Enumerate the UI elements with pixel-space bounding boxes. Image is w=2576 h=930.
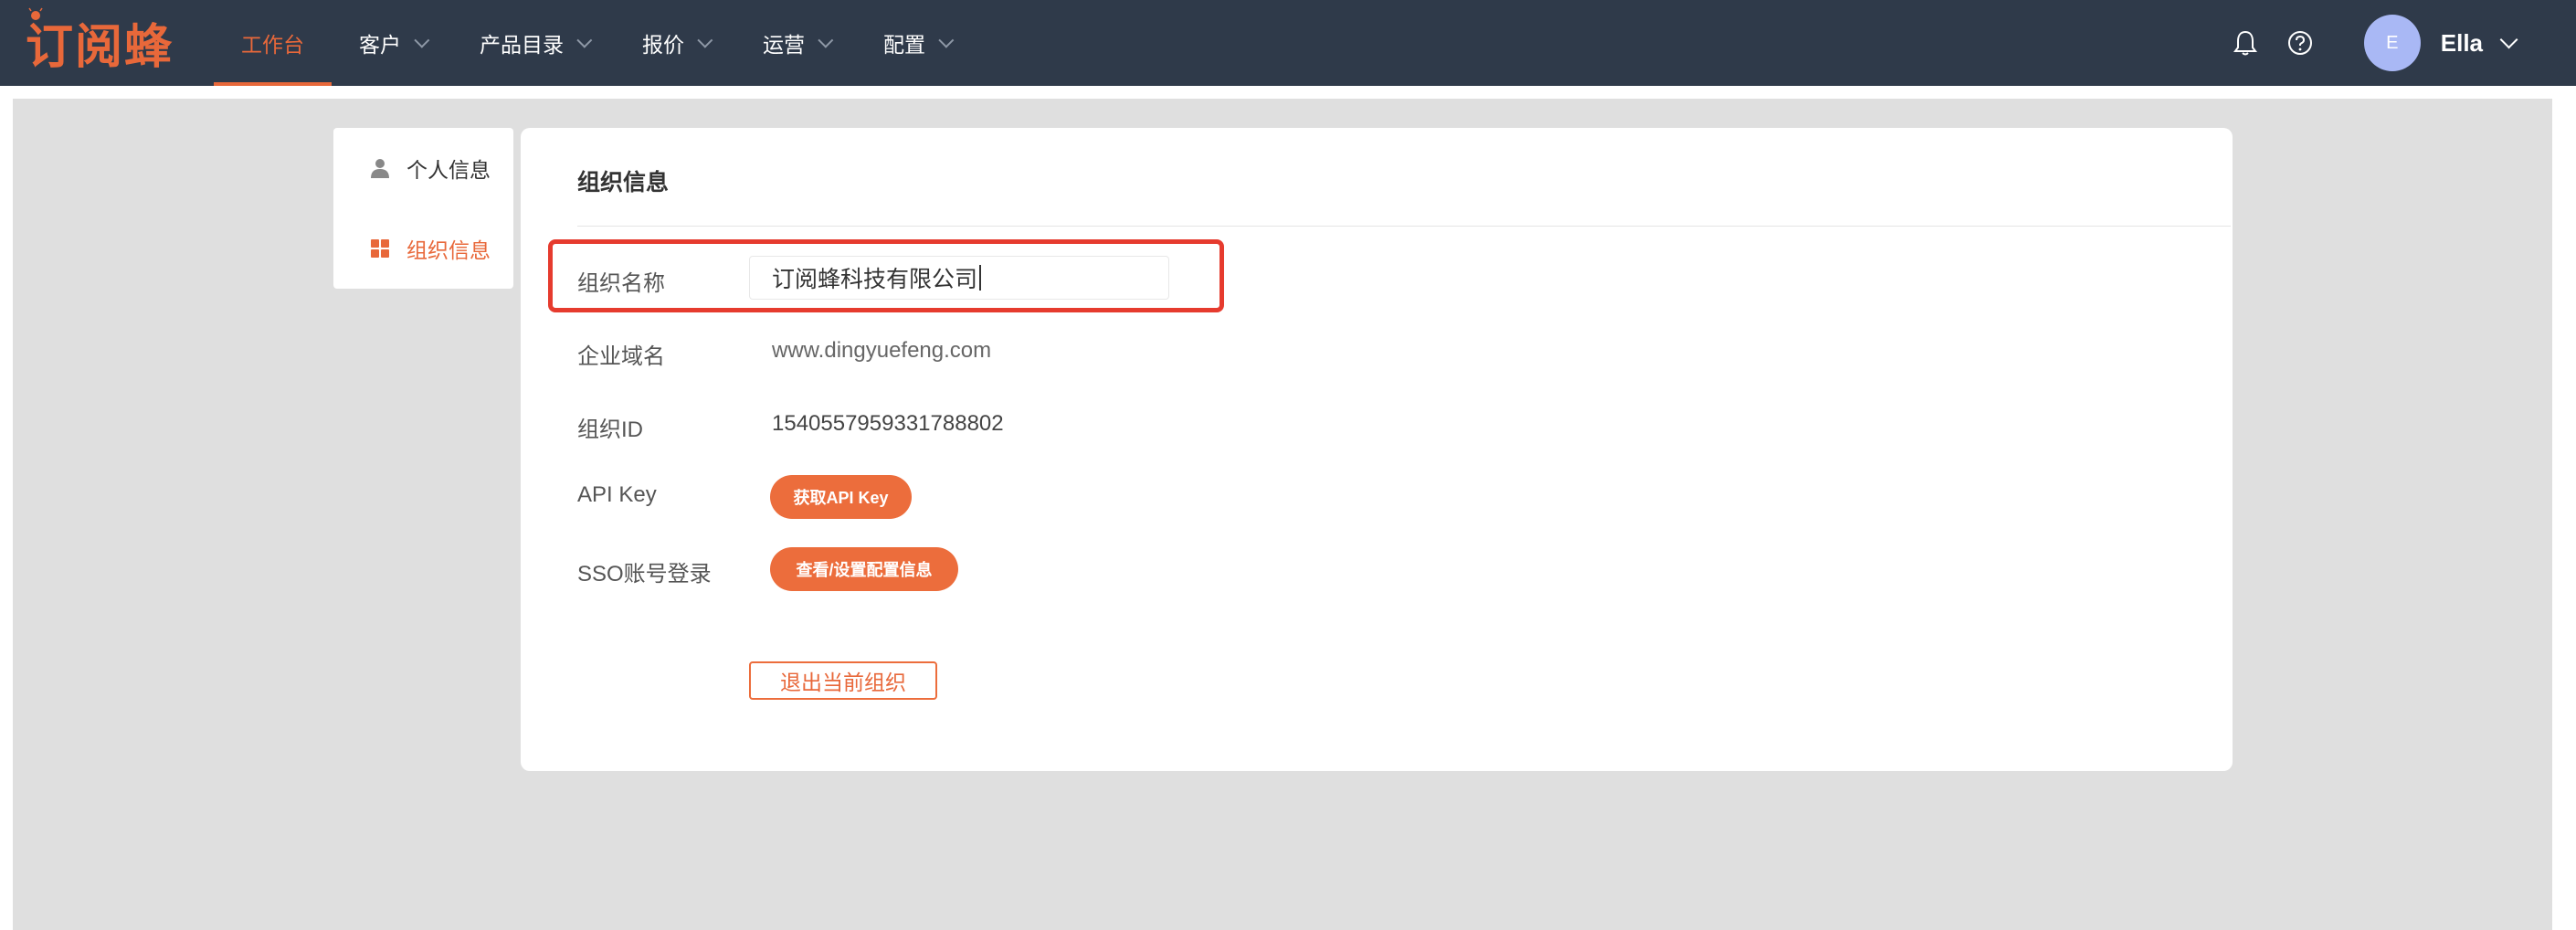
nav-item-label: 客户 [359, 33, 401, 57]
organization-info-card: 组织信息 组织名称 订阅蜂科技有限公司 企业域名 www.dingyuefeng… [521, 128, 2233, 771]
divider [577, 226, 2231, 227]
text-caret [979, 265, 982, 291]
brand-logo[interactable]: 订阅蜂 [26, 7, 174, 75]
chevron-down-icon [414, 32, 430, 48]
nav-item-customers[interactable]: 客户 [332, 0, 452, 86]
top-navigation-bar: 订阅蜂 工作台 客户 产品目录 报价 运营 配置 E Ella [0, 0, 2576, 86]
sso-config-button[interactable]: 查看/设置配置信息 [770, 547, 958, 591]
nav-item-label: 运营 [763, 33, 805, 57]
user-name[interactable]: Ella [2441, 29, 2483, 58]
chevron-down-icon[interactable] [2499, 30, 2518, 49]
chevron-down-icon [938, 32, 955, 48]
grid-icon [368, 237, 392, 260]
nav-item-label: 配置 [883, 33, 925, 57]
nav-item-workbench[interactable]: 工作台 [214, 0, 332, 86]
nav-item-settings[interactable]: 配置 [856, 0, 977, 86]
domain-value: www.dingyuefeng.com [772, 338, 992, 363]
leave-organization-button[interactable]: 退出当前组织 [749, 661, 937, 700]
sidebar-item-label: 个人信息 [406, 158, 491, 182]
nav-item-label: 工作台 [241, 33, 304, 57]
get-api-key-button[interactable]: 获取API Key [770, 475, 912, 519]
org-id-label: 组织ID [577, 417, 643, 442]
chevron-down-icon [818, 32, 834, 48]
org-name-input[interactable]: 订阅蜂科技有限公司 [749, 256, 1169, 300]
sidebar-item-personal-info[interactable]: 个人信息 [368, 150, 491, 186]
nav-item-label: 产品目录 [480, 33, 564, 57]
nav-item-quotes[interactable]: 报价 [615, 0, 735, 86]
nav-item-label: 报价 [642, 33, 684, 57]
api-key-label: API Key [577, 482, 657, 507]
brand-name: 订阅蜂 [26, 19, 174, 75]
chevron-down-icon [576, 32, 593, 48]
bee-logo-icon [28, 7, 43, 20]
org-name-label: 组织名称 [577, 271, 665, 296]
header-tools: E Ella [2227, 0, 2576, 86]
question-circle-icon [2287, 31, 2312, 55]
chevron-down-icon [697, 32, 713, 48]
main-nav: 工作台 客户 产品目录 报价 运营 配置 [214, 0, 977, 86]
nav-item-product-catalog[interactable]: 产品目录 [452, 0, 615, 86]
nav-item-operations[interactable]: 运营 [735, 0, 856, 86]
avatar[interactable]: E [2363, 15, 2421, 71]
domain-label: 企业域名 [577, 344, 665, 369]
org-name-value: 订阅蜂科技有限公司 [772, 267, 978, 292]
bell-icon [2233, 30, 2257, 56]
user-icon [368, 156, 392, 180]
sidebar-item-label: 组织信息 [406, 238, 491, 262]
notification-button[interactable] [2227, 25, 2264, 61]
help-button[interactable] [2282, 25, 2318, 61]
org-id-value: 1540557959331788802 [772, 411, 1004, 436]
sso-label: SSO账号登录 [577, 562, 712, 587]
settings-sidebar: 个人信息 组织信息 [333, 128, 513, 289]
page-title: 组织信息 [577, 170, 670, 196]
sidebar-item-organization-info[interactable]: 组织信息 [368, 230, 491, 267]
